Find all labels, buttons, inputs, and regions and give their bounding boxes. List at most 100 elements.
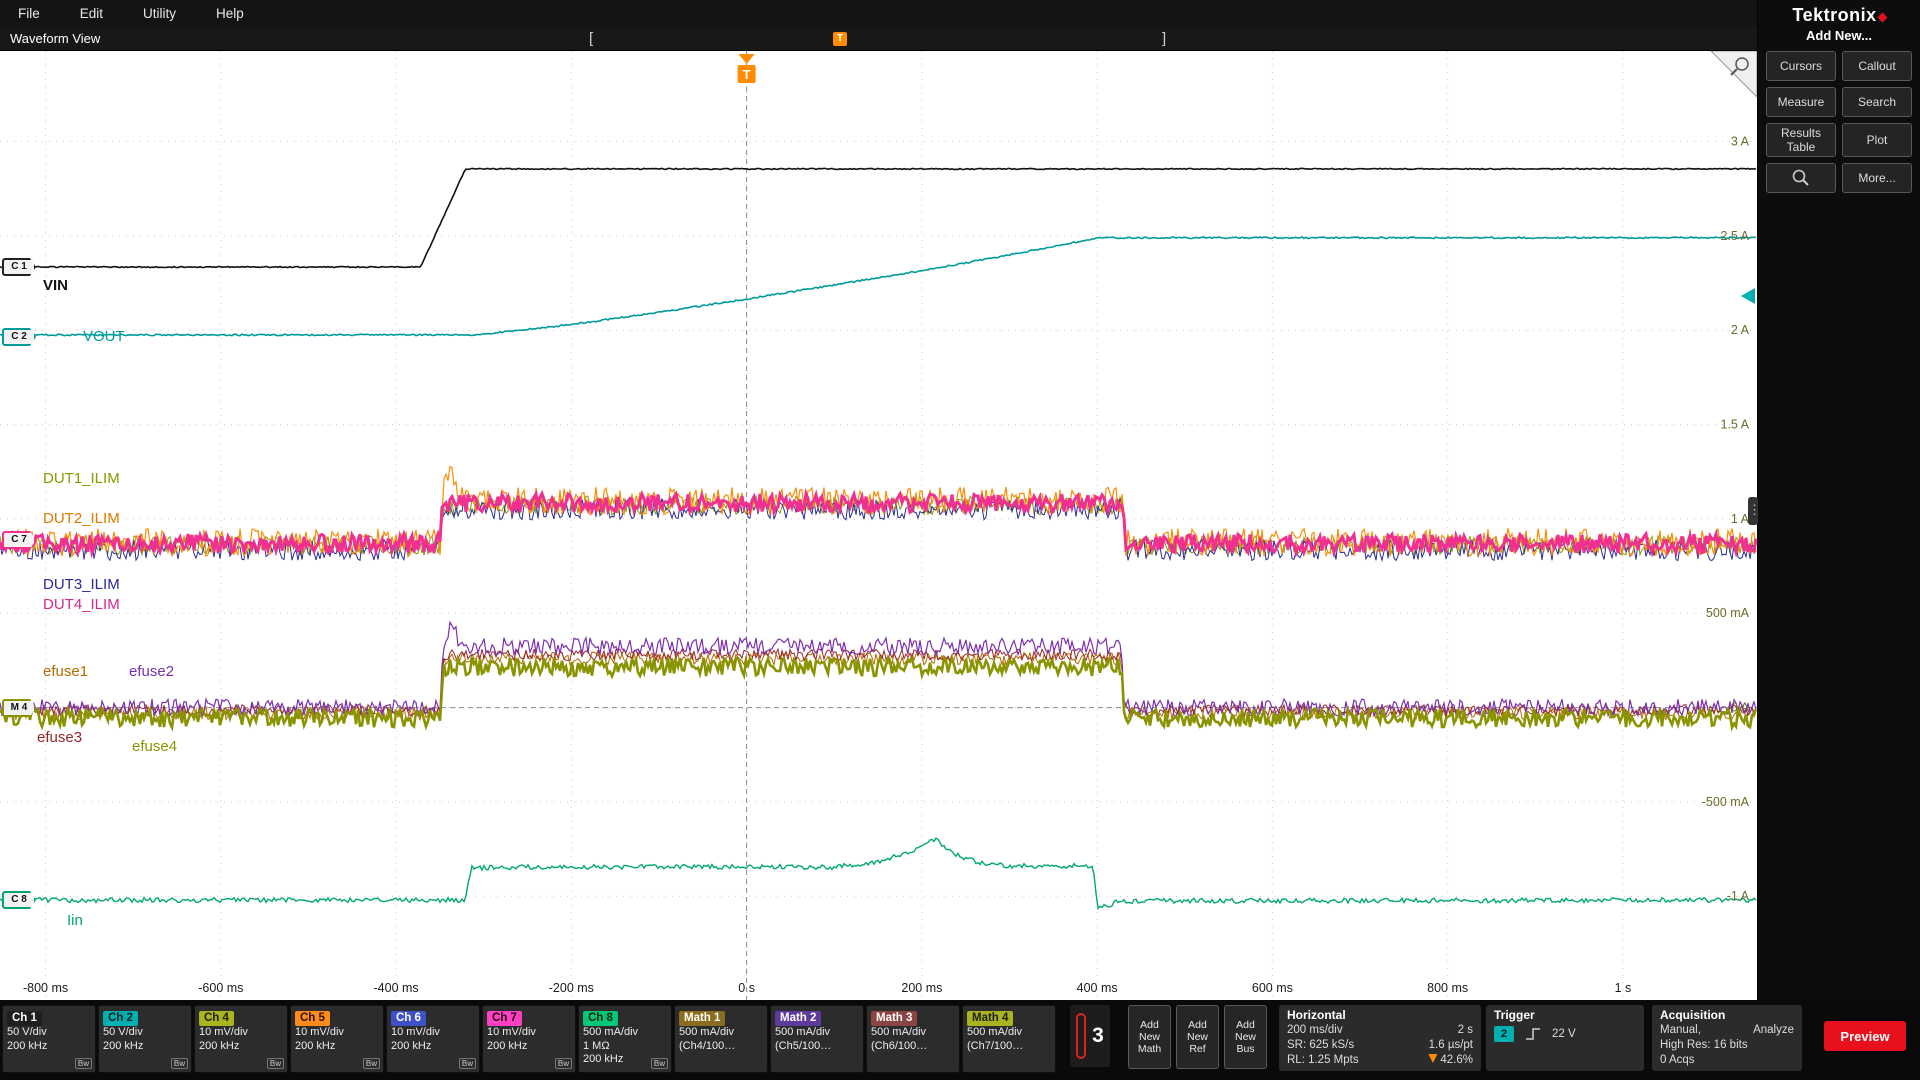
channel-setting-line: 200 kHz (391, 1040, 475, 1054)
y-axis-tick-label: 1.5 A (1721, 418, 1750, 432)
menu-file[interactable]: File (18, 6, 40, 21)
channel-name-chip: Ch 7 (487, 1011, 522, 1026)
waveform-plot-area[interactable]: -800 ms-600 ms-400 ms-200 ms0 s200 ms400… (0, 51, 1757, 1000)
channel-name-chip: Ch 2 (103, 1011, 138, 1026)
channel-badge-c-8[interactable]: C 8 (2, 891, 36, 909)
channel-setting-line: 500 mA/div (583, 1026, 667, 1040)
bandwidth-limit-icon: Bw (267, 1058, 284, 1069)
horizontal-position-value: 42.6% (1440, 1054, 1473, 1066)
horizontal-record-length: RL: 1.25 Mpts (1287, 1053, 1359, 1068)
oscilloscope-app: FileEditUtilityHelp Waveform View [ T ] … (0, 0, 1920, 1080)
plot-button[interactable]: Plot (1842, 123, 1912, 157)
measure-button[interactable]: Measure (1766, 87, 1836, 117)
menu-bar: File Edit Utility Help (0, 0, 1757, 27)
trace-label-efuse4: efuse4 (132, 738, 177, 755)
zoom-corner-control[interactable] (1711, 51, 1757, 97)
trigger-source-badge[interactable]: 2 (1494, 1026, 1514, 1042)
add-new-buttons: Add New MathAdd New RefAdd New Bus (1128, 1005, 1267, 1069)
add-new-heading: Add New... (1758, 28, 1920, 43)
trace-efuse4 (0, 658, 1756, 728)
trigger-marker-triangle-icon[interactable] (739, 54, 755, 64)
channel-settings-badge-ch-7[interactable]: Ch 710 mV/div200 kHzBw (482, 1005, 576, 1073)
acquisition-acqs: 0 Acqs (1660, 1053, 1695, 1068)
channel-name-chip: Ch 6 (391, 1011, 426, 1026)
channel-name-chip: Math 1 (679, 1011, 725, 1026)
channel-setting-line: (Ch6/100… (871, 1040, 955, 1054)
menu-help[interactable]: Help (216, 6, 244, 21)
horizontal-panel[interactable]: Horizontal 200 ms/div 2 s SR: 625 kS/s 1… (1279, 1005, 1481, 1071)
preview-button[interactable]: Preview (1824, 1021, 1906, 1051)
trace-label-iin: Iin (67, 912, 83, 929)
zoom-tool-button[interactable] (1766, 163, 1836, 193)
tektronix-logo: Tektronix (1758, 5, 1920, 26)
bandwidth-limit-icon: Bw (651, 1058, 668, 1069)
callout-button[interactable]: Callout (1842, 51, 1912, 81)
search-button[interactable]: Search (1842, 87, 1912, 117)
channel-settings-badge-ch-1[interactable]: Ch 150 V/div200 kHzBw (2, 1005, 96, 1073)
horizontal-sample-rate: SR: 625 kS/s (1287, 1038, 1354, 1053)
x-axis-tick-label: -600 ms (198, 981, 243, 995)
red-indicator-icon (1076, 1013, 1086, 1059)
add-new-ref-button[interactable]: Add New Ref (1176, 1005, 1219, 1069)
channel-setting-line: (Ch7/100… (967, 1040, 1051, 1054)
waveform-svg[interactable]: -800 ms-600 ms-400 ms-200 ms0 s200 ms400… (0, 51, 1757, 1000)
bottom-settings-bar: Ch 150 V/div200 kHzBw Ch 2 50 V/div 200 kHz… (0, 1000, 1920, 1080)
channel-badge-c-2[interactable]: C 2 (2, 328, 36, 346)
panel-splitter-handle[interactable]: ⋮ (1748, 497, 1758, 525)
results-table-button[interactable]: Results Table (1766, 123, 1836, 157)
channel-badge-c-7[interactable]: C 7 (2, 531, 36, 549)
channel-badge-c-1[interactable]: C 1 (2, 258, 36, 276)
channel-settings-badge-math-4[interactable]: Math 4500 mA/div(Ch7/100… (962, 1005, 1056, 1073)
channel-settings-badge-ch-6[interactable]: Ch 610 mV/div200 kHzBw (386, 1005, 480, 1073)
channel-settings-badge-ch-5[interactable]: Ch 510 mV/div200 kHzBw (290, 1005, 384, 1073)
x-axis-tick-label: 1 s (1615, 981, 1632, 995)
x-axis-tick-label: 800 ms (1427, 981, 1468, 995)
channel-setting-line: 50 V/div (7, 1026, 91, 1040)
trace-label-dut1-ilim: DUT1_ILIM (43, 470, 120, 487)
channel-settings-badge-ch-8[interactable]: Ch 8500 mA/div1 MΩ200 kHzBw (578, 1005, 672, 1073)
menu-edit[interactable]: Edit (80, 6, 103, 21)
channel-settings-badge-ch-4[interactable]: Ch 410 mV/div200 kHzBw (194, 1005, 288, 1073)
acquisition-panel[interactable]: Acquisition Manual, Analyze High Res: 16… (1652, 1005, 1802, 1071)
channel-settings-badge-math-3[interactable]: Math 3500 mA/div(Ch6/100… (866, 1005, 960, 1073)
acquisition-analyze: Analyze (1753, 1023, 1794, 1038)
channel-name-chip: Math 4 (967, 1011, 1013, 1026)
callout-count-badge[interactable]: 3 (1070, 1005, 1110, 1067)
channel-setting-line: (Ch4/100… (679, 1040, 763, 1054)
channel-setting-line: 200 kHz (103, 1040, 187, 1054)
channel-setting-line: 500 mA/div (871, 1026, 955, 1040)
channel-settings-badge-math-2[interactable]: Math 2500 mA/div(Ch5/100… (770, 1005, 864, 1073)
channel-settings-badge-ch-2[interactable]: Ch 250 V/div200 kHzBw (98, 1005, 192, 1073)
channel-name-chip: Math 3 (871, 1011, 917, 1026)
channel-settings-badge-math-1[interactable]: Math 1500 mA/div(Ch4/100… (674, 1005, 768, 1073)
trigger-position-icon[interactable]: T (833, 32, 847, 46)
trigger-level: 22 V (1552, 1027, 1576, 1042)
trigger-marker-letter: T (743, 67, 751, 82)
more-button[interactable]: More... (1842, 163, 1912, 193)
menu-utility[interactable]: Utility (143, 6, 176, 21)
trace-vin (0, 168, 1756, 267)
trigger-panel[interactable]: Trigger 2 22 V (1486, 1005, 1644, 1071)
trace-label-dut4-ilim: DUT4_ILIM (43, 596, 120, 613)
channel-setting-line: 200 kHz (487, 1040, 571, 1054)
zoom-bracket-left[interactable]: [ (589, 27, 593, 51)
cursors-button[interactable]: Cursors (1766, 51, 1836, 81)
waveform-pane: Waveform View [ T ] -800 ms-600 ms-400 m… (0, 27, 1757, 1000)
add-new-bus-button[interactable]: Add New Bus (1224, 1005, 1267, 1069)
y-axis-tick-label: 2.5 A (1721, 229, 1750, 243)
channel-badge-m-4[interactable]: M 4 (2, 699, 36, 717)
trace-label-dut2-ilim: DUT2_ILIM (43, 510, 120, 527)
horizontal-position: 42.6% (1428, 1053, 1473, 1068)
x-axis-tick-label: 600 ms (1252, 981, 1293, 995)
add-new-math-button[interactable]: Add New Math (1128, 1005, 1171, 1069)
zoom-bracket-right[interactable]: ] (1162, 27, 1166, 51)
trace-label-efuse1: efuse1 (43, 663, 88, 680)
trace-label-efuse2: efuse2 (129, 663, 174, 680)
acquisition-mode: Manual, (1660, 1023, 1701, 1038)
channel-setting-line: 1 MΩ (583, 1040, 667, 1054)
waveform-view-titlebar[interactable]: Waveform View [ T ] (0, 27, 1757, 51)
channel-setting-line: 500 mA/div (679, 1026, 763, 1040)
bandwidth-limit-icon: Bw (171, 1058, 188, 1069)
channel-reference-arrow-icon[interactable] (1741, 288, 1755, 304)
trace-label-dut3-ilim: DUT3_ILIM (43, 576, 120, 593)
